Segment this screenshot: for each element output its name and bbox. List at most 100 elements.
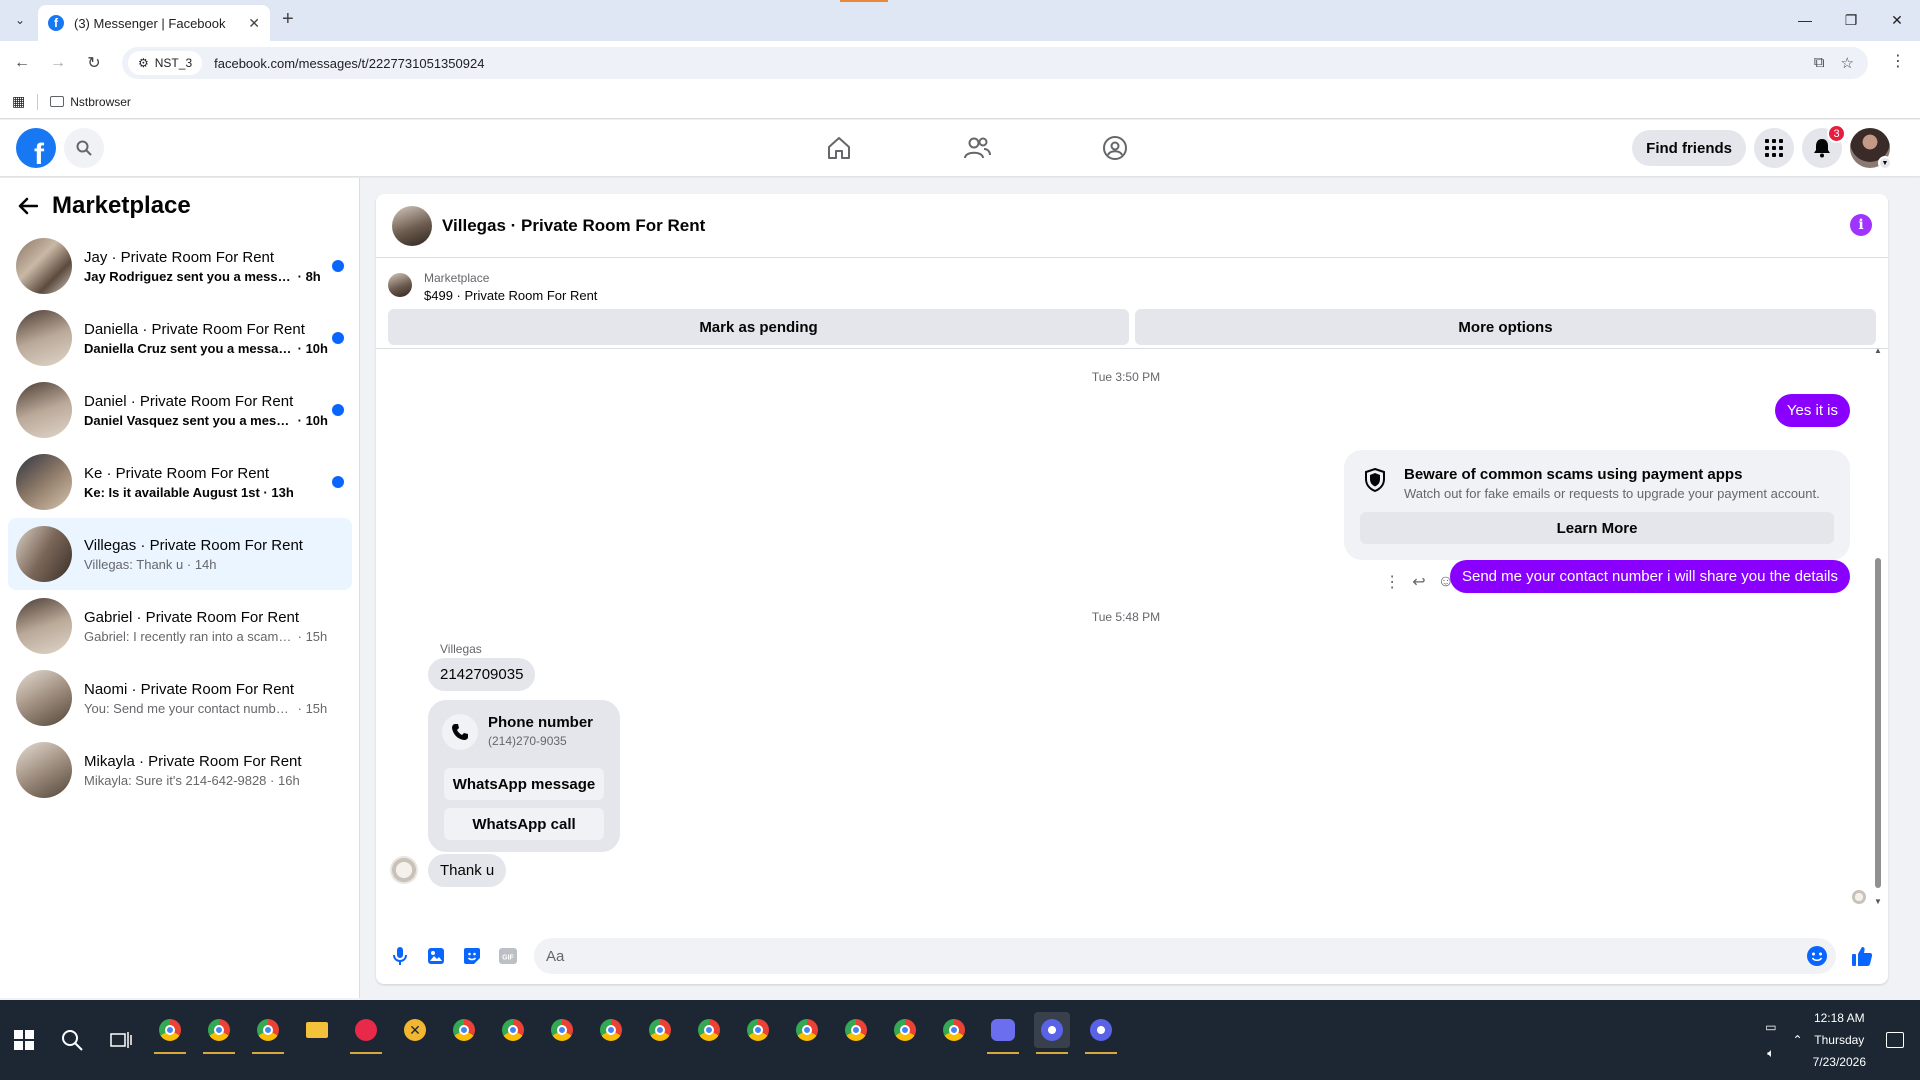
chat-avatar[interactable] [392,205,432,246]
sticker-button[interactable] [454,938,490,974]
taskbar-file-explorer[interactable] [299,1012,335,1048]
scroll-up-arrow-icon[interactable]: ▲ [1874,346,1882,355]
menu-grid-button[interactable] [1754,128,1794,168]
conversation-thumbnail [16,670,72,726]
message-input[interactable]: Aa [534,938,1836,974]
taskbar-browser-app-active[interactable] [1034,1012,1070,1054]
incoming-message[interactable]: 2142709035 [428,658,536,691]
nav-home[interactable] [770,120,908,176]
forward-button[interactable]: → [46,51,70,75]
taskbar-chrome-app[interactable] [544,1012,580,1048]
taskbar-chrome-app[interactable] [691,1012,727,1048]
voice-clip-button[interactable] [382,938,418,974]
taskbar-chrome-app[interactable] [593,1012,629,1048]
taskbar-chrome-app[interactable] [740,1012,776,1048]
chat-header: Villegas · Private Room For Rent i [376,194,1888,258]
conversation-item[interactable]: Daniella · Private Room For Rent Daniell… [8,302,352,374]
conversation-thumbnail [16,598,72,654]
windows-start-icon[interactable] [14,1030,34,1050]
close-window-button[interactable]: ✕ [1874,0,1920,40]
message-scrollbar[interactable]: ▲ ▼ [1874,346,1882,906]
listing-thumbnail[interactable] [388,273,412,297]
taskbar-chrome-app[interactable] [152,1012,188,1054]
conversation-item[interactable]: Daniel · Private Room For Rent Daniel Va… [8,374,352,446]
nav-friends[interactable] [908,120,1046,176]
taskbar-chrome-app[interactable] [838,1012,874,1048]
taskbar-browser-app[interactable] [1083,1012,1119,1054]
install-app-icon[interactable]: ⧉ [1814,54,1825,72]
whatsapp-message-button[interactable]: WhatsApp message [444,768,604,800]
bookmark-star-icon[interactable]: ☆ [1841,54,1854,72]
send-like-button[interactable] [1844,938,1880,974]
taskbar-search-icon[interactable] [60,1028,84,1052]
taskbar-red-app[interactable] [348,1012,384,1054]
network-icon[interactable]: ▭ [1765,1020,1776,1034]
volume-icon[interactable]: 🔈︎ [1767,1046,1774,1061]
taskbar-chrome-app[interactable] [446,1012,482,1048]
listing-price-title[interactable]: $499 · Private Room For Rent [424,288,597,303]
taskbar-purple-app[interactable] [985,1012,1021,1054]
taskbar-x-app[interactable]: ✕ [397,1012,433,1048]
reload-button[interactable]: ↻ [82,51,106,75]
facebook-logo-icon[interactable]: f [16,128,56,168]
conversation-item[interactable]: Mikayla · Private Room For Rent Mikayla:… [8,734,352,806]
notifications-button[interactable]: 3 [1802,124,1846,168]
back-arrow-icon[interactable] [18,197,38,215]
mark-as-pending-button[interactable]: Mark as pending [388,309,1129,345]
taskbar-chrome-app[interactable] [642,1012,678,1048]
conversation-item[interactable]: Gabriel · Private Room For Rent Gabriel:… [8,590,352,662]
scroll-down-arrow-icon[interactable]: ▼ [1874,897,1882,906]
tab-search-dropdown[interactable]: ⌄ [8,8,32,32]
gif-button[interactable]: GIF [490,938,526,974]
show-hidden-icons-chevron-icon[interactable]: ⌃ [1793,1033,1803,1047]
conversation-item[interactable]: Jay · Private Room For Rent Jay Rodrigue… [8,230,352,302]
nav-groups[interactable] [1046,120,1184,176]
taskbar-chrome-app[interactable] [495,1012,531,1048]
action-center-icon[interactable] [1886,1032,1904,1048]
taskbar-chrome-app[interactable] [936,1012,972,1048]
conversation-item[interactable]: Naomi · Private Room For Rent You: Send … [8,662,352,734]
url-text[interactable]: facebook.com/messages/t/2227731051350924 [214,56,1814,71]
account-avatar[interactable]: ▼ [1850,128,1892,170]
facebook-search-button[interactable] [64,128,104,168]
emoji-icon[interactable] [1806,945,1828,967]
grid-menu-icon [1765,139,1783,157]
taskbar-chrome-app[interactable] [250,1012,286,1054]
bookmark-folder[interactable]: Nstbrowser [50,95,131,109]
profile-chip[interactable]: ⚙ NST_3 [128,51,203,75]
apps-grid-icon[interactable]: ▦ [12,93,25,110]
minimize-button[interactable]: — [1782,0,1828,40]
more-actions-icon[interactable]: ⋮ [1384,572,1400,592]
reply-icon[interactable]: ↩ [1412,572,1425,592]
whatsapp-call-button[interactable]: WhatsApp call [444,808,604,840]
taskbar-chrome-app[interactable] [789,1012,825,1048]
info-icon[interactable]: i [1850,214,1872,236]
taskbar-chrome-app[interactable] [887,1012,923,1048]
taskbar-chrome-app[interactable] [201,1012,237,1054]
outgoing-message[interactable]: Send me your contact number i will share… [1449,560,1850,593]
address-bar[interactable]: ⚙ NST_3 facebook.com/messages/t/22277310… [122,47,1868,79]
incoming-message[interactable]: Thank u [428,854,507,887]
scroll-thumb[interactable] [1875,558,1881,888]
conversation-item[interactable]: Ke · Private Room For Rent Ke: Is it ava… [8,446,352,518]
chat-title[interactable]: Villegas · Private Room For Rent [442,216,705,236]
restore-button[interactable]: ❐ [1828,0,1874,40]
browser-toolbar: ← → ↻ ⚙ NST_3 facebook.com/messages/t/22… [0,41,1920,85]
more-options-button[interactable]: More options [1135,309,1876,345]
sticker-icon [464,948,480,964]
outgoing-message[interactable]: Yes it is [1774,394,1850,427]
task-view-icon[interactable] [110,1030,132,1050]
tab-close-icon[interactable]: ✕ [248,15,260,32]
phone-number-card: Phone number (214)270-9035 WhatsApp mess… [428,700,620,852]
taskbar-clock[interactable]: 12:18 AM Thursday 7/23/2026 [1813,1007,1866,1073]
conversation-item-active[interactable]: Villegas · Private Room For Rent Villega… [8,518,352,590]
browser-tab-messenger[interactable]: f (3) Messenger | Facebook ✕ [38,5,270,41]
conversation-thumbnail [16,382,72,438]
learn-more-button[interactable]: Learn More [1360,512,1834,544]
browser-menu-icon[interactable]: ⋮ [1890,51,1906,71]
find-friends-button[interactable]: Find friends [1632,130,1746,166]
sender-avatar[interactable] [390,856,418,884]
attach-photo-button[interactable] [418,938,454,974]
new-tab-button[interactable]: + [282,8,294,31]
back-button[interactable]: ← [10,51,34,75]
